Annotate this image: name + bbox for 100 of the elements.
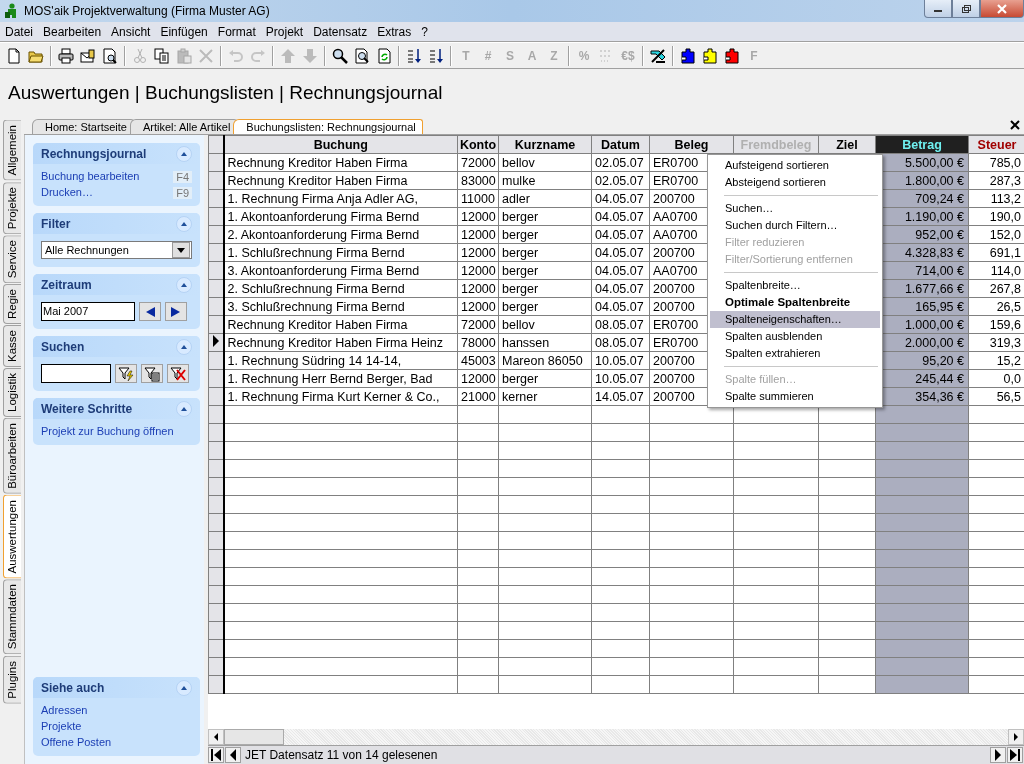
scroll-left-icon[interactable] bbox=[213, 733, 219, 741]
column-header[interactable]: Beleg bbox=[649, 135, 734, 154]
menu-item[interactable]: Datensatz bbox=[308, 24, 373, 39]
table-cell: 1. Rechnung Firma Anja Adler AG, bbox=[227, 191, 418, 206]
restore-button[interactable] bbox=[952, 0, 980, 18]
envelope-icon[interactable] bbox=[80, 47, 96, 64]
collapse-icon[interactable] bbox=[176, 679, 192, 696]
menu-item[interactable]: Einfügen bbox=[155, 24, 213, 39]
copy-icon[interactable] bbox=[154, 47, 170, 64]
close-button[interactable] bbox=[980, 0, 1024, 18]
menu-item[interactable]: Spalten ausblenden bbox=[710, 328, 880, 345]
collapse-icon[interactable] bbox=[176, 400, 192, 417]
minimize-icon bbox=[934, 10, 942, 12]
menu-item[interactable]: Spalte summieren bbox=[710, 388, 880, 405]
first-record-button[interactable] bbox=[208, 747, 224, 763]
side-tab[interactable]: Büroarbeiten bbox=[3, 418, 21, 494]
puzzle-icon[interactable] bbox=[702, 47, 718, 64]
column-header[interactable]: Konto bbox=[457, 135, 499, 154]
puzzle-icon[interactable] bbox=[680, 47, 696, 64]
task-link[interactable]: Projekt zur Buchung öffnen bbox=[41, 424, 174, 439]
panel-title: Siehe auch bbox=[41, 680, 105, 695]
menu-item[interactable]: Ansicht bbox=[106, 24, 156, 39]
table-cell: 113,2 bbox=[990, 191, 1021, 206]
previous-period-button[interactable] bbox=[139, 302, 161, 321]
collapse-icon[interactable] bbox=[176, 145, 192, 162]
menu-item[interactable]: Extras bbox=[372, 24, 417, 39]
side-tab[interactable]: Kasse bbox=[3, 325, 21, 368]
filter-dropdown[interactable]: Alle Rechnungen bbox=[41, 241, 192, 259]
search-icon[interactable] bbox=[332, 47, 348, 64]
column-header[interactable]: Datum bbox=[591, 135, 650, 154]
side-tab[interactable]: Service bbox=[3, 234, 21, 284]
menu-item[interactable]: Absteigend sortieren bbox=[710, 174, 880, 191]
last-record-button[interactable] bbox=[1007, 747, 1023, 763]
menu-item[interactable]: Spaltenbreite… bbox=[710, 277, 880, 294]
next-period-button[interactable] bbox=[165, 302, 187, 321]
period-field[interactable]: Mai 2007 bbox=[41, 302, 135, 321]
menu-item[interactable]: Suchen… bbox=[710, 200, 880, 217]
column-header[interactable]: Kurzname bbox=[498, 135, 592, 154]
menu-item[interactable]: Projekt bbox=[260, 24, 309, 39]
collapse-icon[interactable] bbox=[176, 276, 192, 293]
menu-item[interactable]: Aufsteigend sortieren bbox=[710, 157, 880, 174]
table-cell: bellov bbox=[502, 155, 535, 170]
side-tab[interactable]: Allgemein bbox=[3, 120, 21, 181]
side-tab[interactable]: Logistik bbox=[3, 368, 21, 418]
table-cell: 04.05.07 bbox=[595, 227, 644, 242]
search-field[interactable] bbox=[41, 364, 111, 383]
table-cell: 714,00 € bbox=[915, 263, 964, 278]
side-tab[interactable]: Auswertungen bbox=[3, 494, 21, 579]
menu-item[interactable]: Datei bbox=[0, 24, 38, 39]
table-cell: 72000 bbox=[461, 317, 496, 332]
document-icon[interactable] bbox=[6, 47, 22, 64]
side-tab[interactable]: Stammdaten bbox=[3, 579, 21, 655]
side-tab[interactable]: Projekte bbox=[3, 181, 21, 234]
document-tab[interactable]: Home: Startseite bbox=[32, 119, 134, 134]
column-header[interactable]: Ziel bbox=[818, 135, 876, 154]
close-icon bbox=[996, 3, 1008, 14]
menu-item[interactable]: Suchen durch Filtern… bbox=[710, 217, 880, 234]
quick-filter-button[interactable] bbox=[115, 364, 137, 383]
task-link[interactable]: Adressen bbox=[41, 703, 88, 718]
table-cell: hanssen bbox=[502, 335, 550, 350]
tools-icon[interactable] bbox=[650, 47, 666, 64]
task-link[interactable]: Projekte bbox=[41, 719, 82, 734]
filter-form-button[interactable] bbox=[141, 364, 163, 383]
puzzle-icon[interactable] bbox=[724, 47, 740, 64]
column-header[interactable]: Buchung bbox=[223, 135, 458, 154]
task-link[interactable]: Buchung bearbeiten bbox=[41, 169, 140, 184]
table-cell: bellov bbox=[502, 317, 535, 332]
table-cell: 4.328,83 € bbox=[904, 245, 964, 260]
collapse-icon[interactable] bbox=[176, 338, 192, 355]
sort-ascending-icon[interactable] bbox=[406, 47, 422, 64]
remove-filter-button[interactable] bbox=[167, 364, 189, 383]
menu-item[interactable]: ? bbox=[416, 24, 433, 39]
collapse-icon[interactable] bbox=[176, 215, 192, 232]
refresh-icon[interactable] bbox=[376, 47, 392, 64]
document-tab[interactable]: Buchungslisten: Rechnungsjournal bbox=[233, 119, 423, 134]
next-record-button[interactable] bbox=[990, 747, 1006, 763]
dropdown-arrow-icon[interactable] bbox=[177, 247, 185, 253]
task-link[interactable]: Offene Posten bbox=[41, 735, 112, 750]
sort-descending-icon[interactable] bbox=[428, 47, 444, 64]
menu-item[interactable]: Bearbeiten bbox=[38, 24, 107, 39]
print-preview-icon[interactable] bbox=[102, 47, 118, 64]
printer-icon[interactable] bbox=[58, 47, 74, 64]
scroll-right-icon[interactable] bbox=[1013, 733, 1019, 741]
previous-record-button[interactable] bbox=[225, 747, 241, 763]
task-link[interactable]: Drucken… bbox=[41, 185, 93, 200]
table-cell: 04.05.07 bbox=[595, 281, 644, 296]
table-cell: 10.05.07 bbox=[595, 353, 644, 368]
table-cell: 04.05.07 bbox=[595, 191, 644, 206]
menu-item[interactable]: Spalten extrahieren bbox=[710, 345, 880, 362]
column-header[interactable]: Steuer bbox=[968, 135, 1024, 154]
document-search-icon[interactable] bbox=[354, 47, 370, 64]
close-icon[interactable] bbox=[1010, 120, 1020, 130]
menu-item[interactable]: Format bbox=[212, 24, 261, 39]
menu-item[interactable]: Optimale Spaltenbreite bbox=[710, 294, 880, 311]
scroll-thumb[interactable] bbox=[224, 729, 284, 745]
menu-item[interactable]: Spalteneigenschaften… bbox=[710, 311, 880, 328]
minimize-button[interactable] bbox=[924, 0, 952, 18]
side-tab[interactable]: Regie bbox=[3, 284, 21, 325]
side-tab[interactable]: Plugins bbox=[3, 655, 21, 704]
column-header[interactable]: Betrag bbox=[875, 135, 969, 154]
